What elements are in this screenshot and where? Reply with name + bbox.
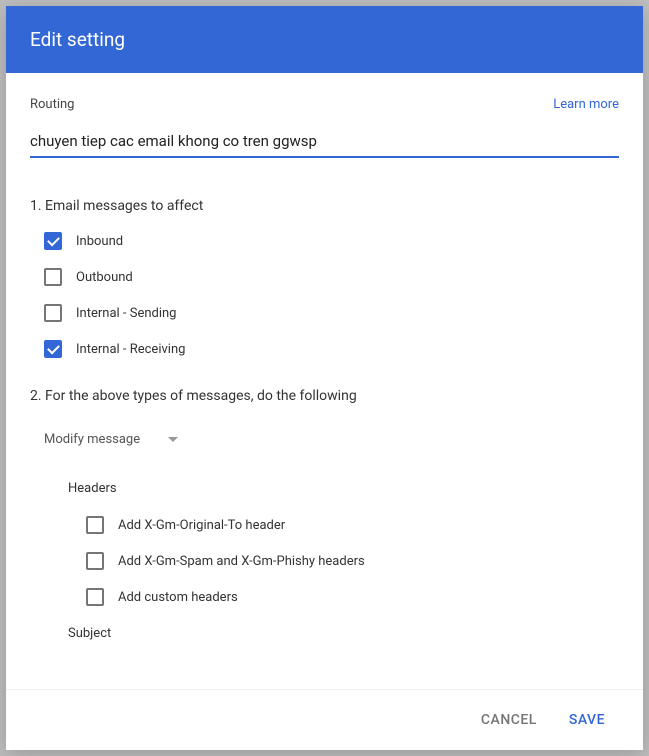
edit-setting-dialog: Edit setting Routing Learn more 1. Email… [6,6,643,750]
subject-title: Subject [68,626,619,641]
checkbox-inbound[interactable]: Inbound [30,232,619,250]
checkbox-label: Outbound [76,270,133,285]
checkbox-icon [44,340,62,358]
dialog-content[interactable]: Routing Learn more 1. Email messages to … [6,73,643,689]
checkbox-internal-sending[interactable]: Internal - Sending [30,304,619,322]
chevron-down-icon [168,437,178,442]
description-input[interactable] [30,126,619,158]
section1-title: 1. Email messages to affect [30,198,619,214]
checkbox-x-gm-spam-phishy[interactable]: Add X-Gm-Spam and X-Gm-Phishy headers [68,552,619,570]
dialog-footer: Cancel Save [6,689,643,750]
checkbox-x-gm-original-to[interactable]: Add X-Gm-Original-To header [68,516,619,534]
cancel-button[interactable]: Cancel [465,704,553,736]
dropdown-selected: Modify message [44,432,140,447]
checkbox-label: Internal - Sending [76,306,176,321]
headers-title: Headers [68,481,619,496]
checkbox-outbound[interactable]: Outbound [30,268,619,286]
dialog-title: Edit setting [30,28,125,51]
checkbox-icon [44,304,62,322]
checkbox-internal-receiving[interactable]: Internal - Receiving [30,340,619,358]
checkbox-label: Inbound [76,234,123,249]
checkbox-label: Internal - Receiving [76,342,185,357]
checkbox-icon [44,232,62,250]
routing-label: Routing [30,97,74,112]
save-button[interactable]: Save [553,704,621,736]
learn-more-link[interactable]: Learn more [553,97,619,112]
checkbox-label: Add X-Gm-Spam and X-Gm-Phishy headers [118,554,365,569]
action-dropdown[interactable]: Modify message [30,422,178,457]
checkbox-label: Add custom headers [118,590,238,605]
dialog-header: Edit setting [6,6,643,73]
checkbox-icon [86,552,104,570]
checkbox-icon [86,516,104,534]
checkbox-icon [44,268,62,286]
checkbox-custom-headers[interactable]: Add custom headers [68,588,619,606]
checkbox-label: Add X-Gm-Original-To header [118,518,285,533]
section2-title: 2. For the above types of messages, do t… [30,388,619,404]
checkbox-icon [86,588,104,606]
